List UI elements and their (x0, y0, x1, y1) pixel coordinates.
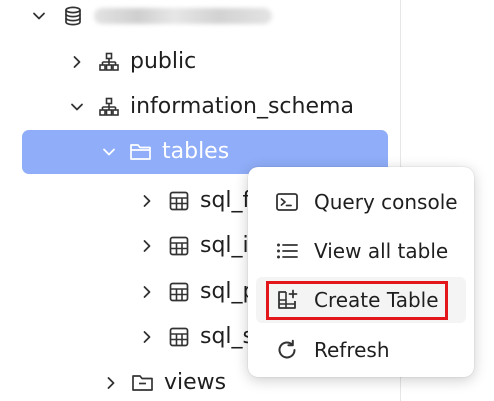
terminal-icon (274, 189, 300, 215)
tree-node-label: sql_f (200, 188, 251, 213)
menu-item-label: Create Table (314, 288, 439, 312)
menu-item-view-all-table[interactable]: View all table (256, 228, 466, 274)
chevron-right-icon[interactable] (136, 281, 158, 303)
table-icon (166, 324, 192, 350)
menu-item-label: Refresh (314, 338, 390, 362)
chevron-down-icon[interactable] (66, 96, 88, 118)
table-icon (166, 279, 192, 305)
schema-icon (96, 49, 122, 75)
tree-node-label: views (164, 370, 227, 395)
schema-icon (96, 94, 122, 120)
refresh-icon (274, 337, 300, 363)
chevron-down-icon[interactable] (28, 5, 50, 27)
database-name-redacted (94, 8, 272, 24)
table-icon (166, 233, 192, 259)
tree-node-label: tables (162, 139, 230, 164)
tree-node-label: public (130, 49, 197, 74)
list-icon (274, 238, 300, 264)
menu-item-query-console[interactable]: Query console (256, 179, 466, 225)
tree-node-table[interactable]: sql_p (136, 270, 257, 314)
chevron-right-icon[interactable] (136, 235, 158, 257)
table-icon (166, 188, 192, 214)
folder-icon (130, 370, 156, 396)
tree-node-table[interactable]: sql_i (136, 224, 256, 268)
chevron-down-icon[interactable] (98, 141, 120, 163)
tree-node-information-schema[interactable]: information_schema (66, 85, 386, 129)
menu-item-refresh[interactable]: Refresh (256, 327, 466, 373)
chevron-right-icon[interactable] (136, 326, 158, 348)
menu-item-create-table[interactable]: Create Table (256, 277, 466, 323)
tree-node-views[interactable]: views (100, 361, 250, 401)
menu-item-label: Query console (314, 190, 458, 214)
database-icon (60, 3, 86, 29)
tree-node-label: sql_i (200, 233, 249, 258)
chevron-right-icon[interactable] (66, 51, 88, 73)
context-menu: Query console View all table Create Tabl… (248, 167, 474, 377)
menu-item-label: View all table (314, 239, 449, 263)
app-root: public information_schema tables sql_f s… (0, 0, 494, 401)
table-add-icon (274, 287, 300, 313)
tree-node-table[interactable]: sql_f (136, 179, 256, 223)
tree-node-table[interactable]: sql_s (136, 315, 256, 359)
tree-node-public[interactable]: public (66, 40, 386, 84)
tree-node-label: information_schema (130, 94, 354, 119)
tree-node-database[interactable] (28, 0, 388, 38)
chevron-right-icon[interactable] (100, 372, 122, 394)
chevron-right-icon[interactable] (136, 190, 158, 212)
tree-node-label: sql_s (200, 324, 255, 349)
folder-open-icon (128, 139, 154, 165)
